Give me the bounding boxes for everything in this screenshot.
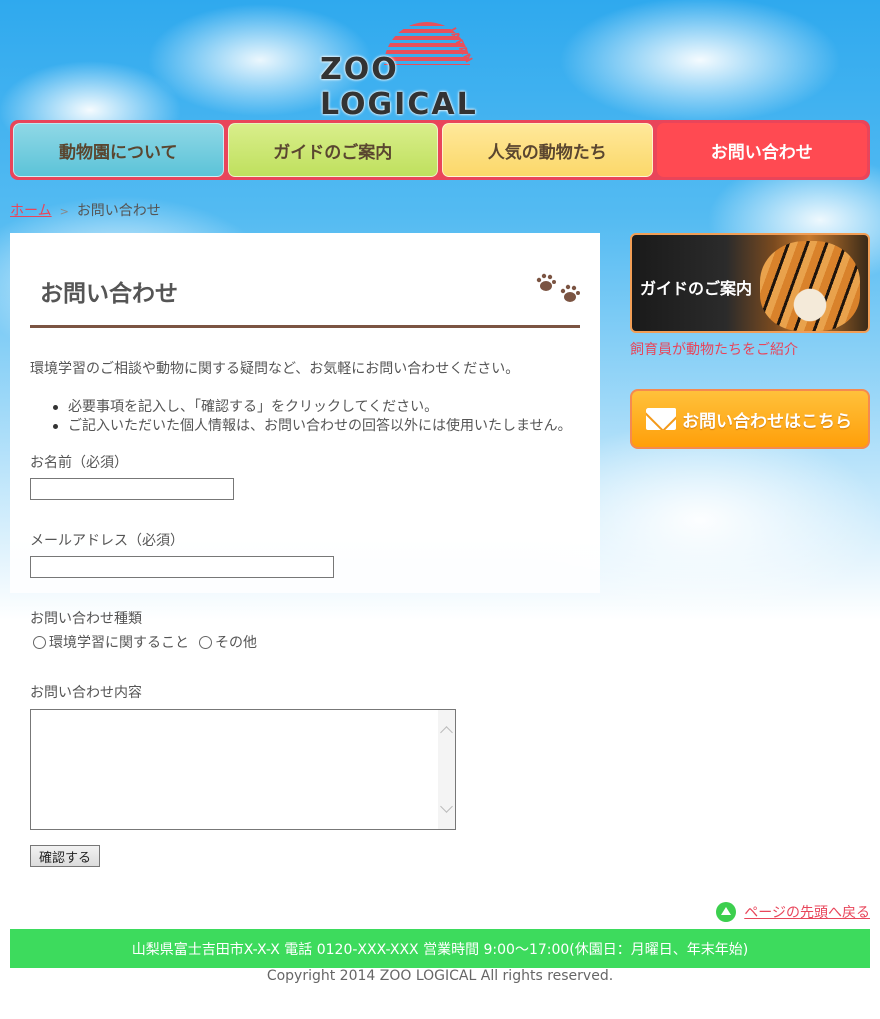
envelope-icon — [646, 408, 676, 430]
list-item: ご記入いただいた個人情報は、お問い合わせの回答以外には使用いたしません。 — [50, 417, 572, 436]
contact-banner[interactable]: お問い合わせはこちら — [630, 389, 870, 449]
breadcrumb-current: お問い合わせ — [76, 203, 161, 219]
inquiry-type-options: 環境学習に関すること その他 — [33, 632, 257, 652]
tiger-face-icon — [784, 275, 836, 325]
intro-text: 環境学習のご相談や動物に関する疑問など、お気軽にお問い合わせください。 — [30, 361, 520, 377]
contact-banner-label: お問い合わせはこちら — [682, 411, 852, 432]
textarea-scrollbar[interactable] — [438, 710, 455, 829]
breadcrumb: ホーム > お問い合わせ — [10, 200, 161, 220]
name-label: お名前（必須） — [30, 455, 128, 471]
inquiry-content-label: お問い合わせ内容 — [30, 685, 142, 701]
radio-label: 環境学習に関すること — [49, 635, 189, 651]
nav-item-about[interactable]: 動物園について — [13, 123, 224, 177]
back-to-top: ページの先頭へ戻る — [716, 902, 870, 922]
footer-info-bar: 山梨県富士吉田市X-X-X 電話 0120-XXX-XXX 営業時間 9:00～… — [10, 929, 870, 968]
email-label: メールアドレス（必須） — [30, 533, 184, 549]
site-logo[interactable]: JAPAN ZOO LOGICAL — [318, 18, 568, 122]
nav-item-animals[interactable]: 人気の動物たち — [442, 123, 653, 177]
guide-banner[interactable]: ガイドのご案内 — [630, 233, 870, 333]
breadcrumb-chevron-icon: > — [59, 205, 69, 218]
paw-prints-icon — [536, 273, 580, 302]
radio-environment-learning[interactable] — [33, 635, 46, 649]
nav-item-guide[interactable]: ガイドのご案内 — [227, 123, 438, 177]
radio-other[interactable] — [199, 635, 212, 649]
inquiry-type-label: お問い合わせ種類 — [30, 611, 142, 627]
page-title: お問い合わせ — [40, 281, 178, 307]
logo-text: ZOO LOGICAL — [320, 52, 478, 122]
nav-item-contact[interactable]: お問い合わせ — [656, 123, 867, 177]
instructions-list: 必要事項を記入し、「確認する」をクリックしてください。 ご記入いただいた個人情報… — [50, 398, 572, 436]
radio-label: その他 — [215, 635, 257, 651]
confirm-button[interactable]: 確認する — [30, 845, 100, 867]
breadcrumb-home-link[interactable]: ホーム — [10, 203, 52, 219]
list-item: 必要事項を記入し、「確認する」をクリックしてください。 — [50, 398, 572, 417]
inquiry-content-textarea[interactable] — [30, 709, 456, 830]
scroll-down-icon[interactable] — [440, 800, 453, 813]
scroll-up-icon[interactable] — [440, 726, 453, 739]
arrow-up-icon[interactable] — [716, 902, 737, 922]
guide-banner-label: ガイドのご案内 — [640, 279, 753, 298]
title-divider — [30, 325, 580, 328]
name-field[interactable] — [30, 478, 234, 500]
email-field[interactable] — [30, 556, 334, 578]
back-to-top-link[interactable]: ページの先頭へ戻る — [744, 902, 870, 922]
footer-info: 山梨県富士吉田市X-X-X 電話 0120-XXX-XXX 営業時間 9:00～… — [131, 941, 749, 958]
global-nav: 動物園について ガイドのご案内 人気の動物たち お問い合わせ — [10, 120, 870, 180]
copyright: Copyright 2014 ZOO LOGICAL All rights re… — [266, 968, 614, 984]
guide-caption-link[interactable]: 飼育員が動物たちをご紹介 — [630, 339, 798, 359]
